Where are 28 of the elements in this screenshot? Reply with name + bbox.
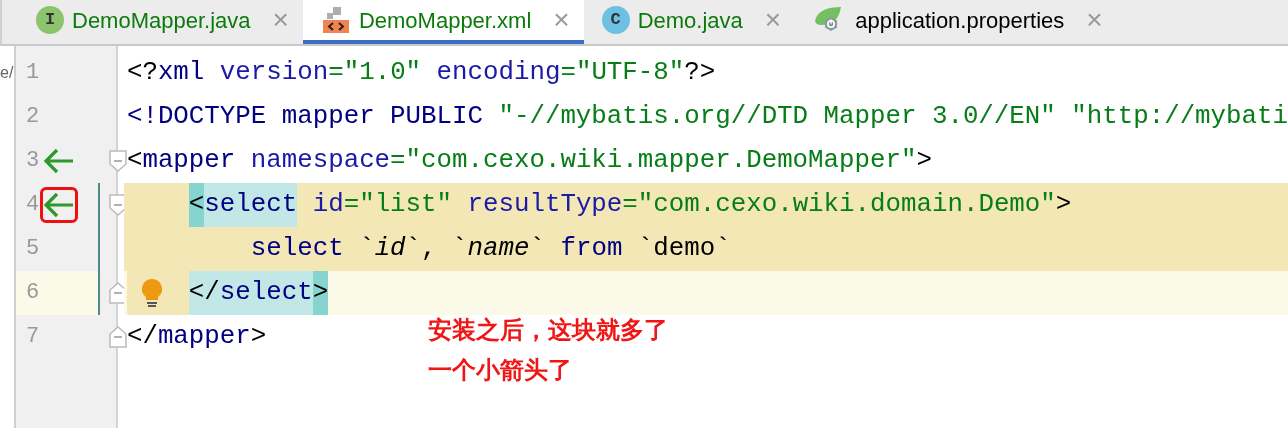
file-tab[interactable]: I DemoMapper.java × — [18, 0, 303, 44]
line-number: 5 — [24, 235, 41, 263]
line-number: 4 — [24, 191, 41, 219]
line-number: 2 — [24, 103, 41, 131]
line-number: 7 — [24, 323, 41, 351]
code-line: </mapper> — [126, 322, 267, 351]
annotation-text: 安装之后，这块就多了 — [428, 315, 668, 345]
interface-icon: I — [36, 6, 64, 34]
code-line: select `id`, `name` from `demo` — [250, 234, 731, 263]
code-line: <mapper namespace="com.cexo.wiki.mapper.DemoMapper"> — [126, 146, 932, 175]
file-tab[interactable]: C Demo.java × — [583, 0, 796, 44]
code-line: <!DOCTYPE mapper PUBLIC "-//mybatis.org//DTD Mapper 3.0//EN" "http://mybati — [126, 102, 1288, 131]
class-icon: C — [601, 6, 630, 34]
path-fragment: e/ — [0, 63, 14, 83]
arrow-left-icon[interactable] — [42, 148, 75, 174]
file-tab[interactable]: application.properties × — [795, 0, 1117, 44]
close-icon[interactable]: × — [553, 6, 570, 34]
fold-icon[interactable] — [107, 325, 128, 349]
line-number: 1 — [24, 59, 41, 87]
annotation-text: 一个小箭头了 — [428, 355, 573, 385]
code-line: <select id="list" resultType="com.cexo.wiki.domain.Demo"> — [188, 190, 1072, 219]
fold-icon[interactable] — [107, 149, 128, 173]
file-tab[interactable]: DemoMapper.xml × — [302, 0, 584, 44]
lightbulb-icon[interactable] — [140, 278, 163, 308]
code-line: <?xml version="1.0" encoding="UTF-8"?> — [126, 58, 716, 87]
code-line: </select> — [188, 278, 329, 307]
line-number: 3 — [24, 147, 41, 175]
xml-file-icon — [320, 5, 351, 35]
